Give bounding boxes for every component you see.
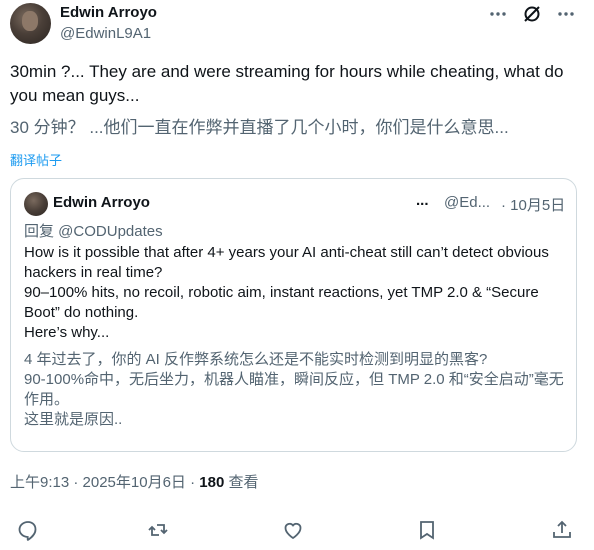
like-icon[interactable]: [282, 519, 304, 541]
reply-mention[interactable]: @CODUpdates: [58, 223, 162, 240]
reply-icon[interactable]: [17, 519, 39, 541]
tweet-text: 30min ?... They are and were streaming f…: [10, 62, 564, 105]
reply-prefix: 回复: [24, 223, 59, 240]
action-bar: [0, 516, 594, 544]
quote-dots: ...: [416, 192, 429, 209]
timestamp[interactable]: 上午9:13 · 2025年10月6日 ·: [10, 474, 199, 491]
view-count: 180: [199, 474, 225, 491]
overflow-more-icon[interactable]: [556, 4, 576, 24]
tweet-meta: 上午9:13 · 2025年10月6日 · 180 查看: [10, 471, 258, 492]
bookmark-icon[interactable]: [416, 519, 438, 541]
quote-author-handle[interactable]: @Ed...: [444, 194, 490, 211]
share-icon[interactable]: [551, 519, 573, 541]
grok-icon[interactable]: [522, 4, 542, 24]
more-icon[interactable]: [488, 4, 508, 24]
author-name[interactable]: Edwin Arroyo: [60, 4, 157, 21]
quote-reply-context: 回复 @CODUpdates: [24, 220, 163, 241]
views-label: 查看: [224, 474, 259, 491]
author-handle[interactable]: @EdwinL9A1: [60, 25, 151, 42]
quote-translation: 4 年过去了，你的 AI 反作弊系统怎么还是不能实时检测到明显的黑客? 90-1…: [24, 351, 564, 428]
top-actions: [488, 4, 576, 24]
tweet-translation: 30 分钟？ ...他们一直在作弊并直播了几个小时，你们是什么意思...: [10, 118, 509, 137]
quoted-tweet[interactable]: Edwin Arroyo ... @Ed... · 10月5日 回复 @CODU…: [10, 178, 577, 452]
quote-date[interactable]: · 10月5日: [501, 194, 565, 215]
quote-avatar[interactable]: [24, 192, 48, 216]
retweet-icon[interactable]: [147, 519, 169, 541]
translate-post-link[interactable]: 翻译帖子: [10, 150, 62, 169]
quote-body: How is it possible that after 4+ years y…: [24, 244, 549, 341]
author-avatar[interactable]: [10, 3, 51, 44]
quote-author-name[interactable]: Edwin Arroyo: [53, 194, 150, 211]
